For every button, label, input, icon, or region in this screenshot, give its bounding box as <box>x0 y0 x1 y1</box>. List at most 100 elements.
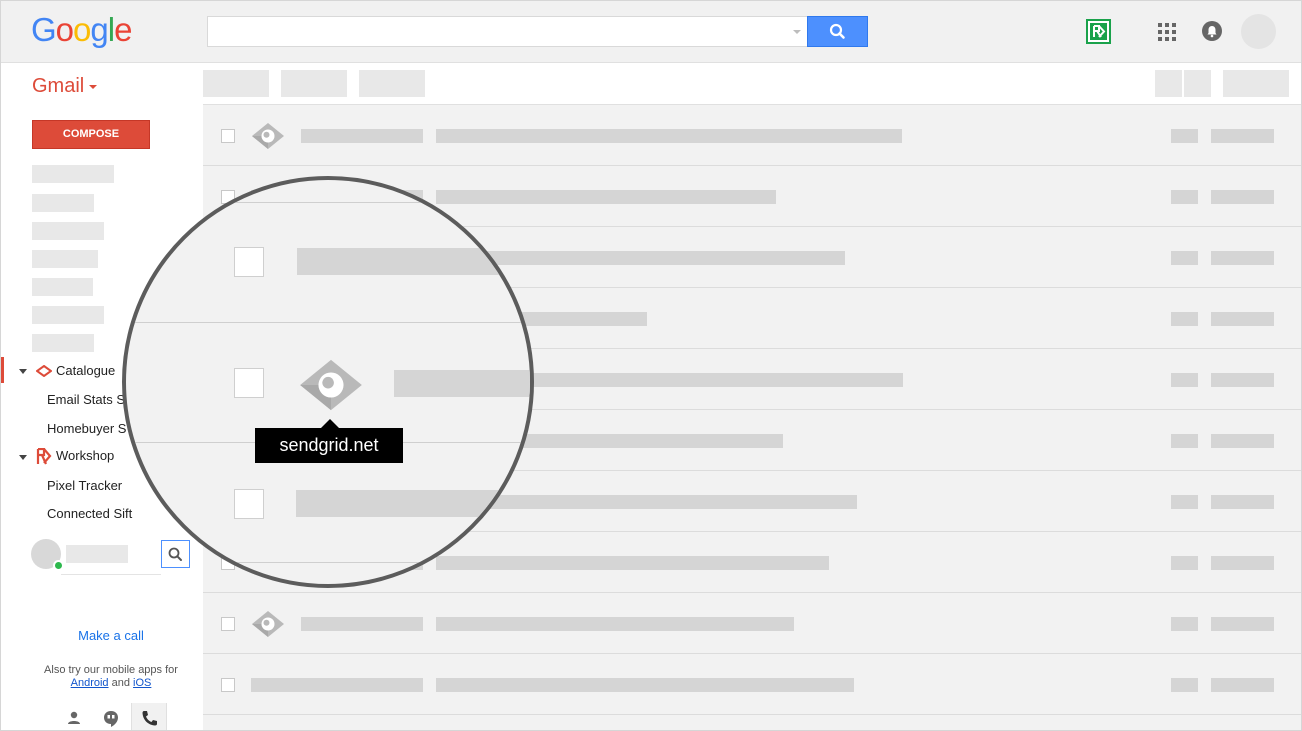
mobile-note-and: and <box>111 677 130 689</box>
date-placeholder <box>1211 556 1274 570</box>
logo-letter: o <box>55 11 74 48</box>
subject-placeholder <box>436 678 854 692</box>
logo-letter: G <box>31 11 57 48</box>
search-input[interactable] <box>207 16 808 47</box>
label-placeholder <box>1171 434 1198 448</box>
date-placeholder <box>1211 495 1274 509</box>
sender-placeholder <box>301 617 423 631</box>
date-placeholder <box>1211 678 1274 692</box>
android-link[interactable]: Android <box>71 677 109 689</box>
label-placeholder <box>1171 251 1198 265</box>
nav-item-placeholder[interactable] <box>32 278 93 296</box>
person-icon[interactable] <box>58 703 94 730</box>
subject-placeholder <box>296 490 530 517</box>
collapse-caret-icon[interactable] <box>19 369 27 374</box>
row-checkbox[interactable] <box>234 247 264 277</box>
date-placeholder <box>1211 312 1274 326</box>
make-a-call-link[interactable]: Make a call <box>1 628 221 643</box>
email-row[interactable] <box>203 654 1301 715</box>
date-placeholder <box>1211 434 1274 448</box>
label-placeholder <box>1171 556 1198 570</box>
workshop-logo-icon <box>36 448 52 465</box>
gmail-app-switcher[interactable]: Gmail <box>32 75 84 98</box>
nav-item-placeholder[interactable] <box>32 306 104 324</box>
nav-item-placeholder[interactable] <box>32 165 114 183</box>
gmail-window: Google Gmail COMPOSE Catalogue Email Sta… <box>0 0 1302 731</box>
mobile-apps-note: Also try our mobile apps for Android and… <box>1 664 221 690</box>
label-placeholder <box>1171 495 1198 509</box>
subject-placeholder <box>394 370 530 397</box>
ios-link[interactable]: iOS <box>133 677 151 689</box>
apps-grid-icon[interactable] <box>1158 23 1176 41</box>
domain-tooltip: sendgrid.net <box>255 428 403 463</box>
row-checkbox[interactable] <box>221 129 235 143</box>
date-placeholder <box>1211 373 1274 387</box>
date-placeholder <box>1211 251 1274 265</box>
row-divider <box>126 562 530 563</box>
google-logo[interactable]: Google <box>31 11 132 49</box>
phone-icon[interactable] <box>131 703 167 730</box>
sidebar-group-catalogue[interactable]: Catalogue <box>56 363 115 378</box>
diamond-icon <box>36 365 52 377</box>
subject-placeholder <box>297 248 530 275</box>
row-divider <box>126 202 530 203</box>
magnified-view <box>126 180 530 584</box>
sidebar-item-pixel-tracker[interactable]: Pixel Tracker <box>47 478 122 493</box>
toolbar-button-placeholder[interactable] <box>203 70 269 97</box>
row-checkbox[interactable] <box>234 489 264 519</box>
compose-button[interactable]: COMPOSE <box>32 120 150 149</box>
nav-item-placeholder[interactable] <box>32 194 94 212</box>
notifications-bell-icon[interactable] <box>1202 21 1222 41</box>
toolbar-button-placeholder[interactable] <box>1155 70 1182 97</box>
search-options-caret-icon[interactable] <box>793 30 801 34</box>
row-checkbox[interactable] <box>234 368 264 398</box>
logo-letter: e <box>114 11 132 48</box>
toolbar-button-placeholder[interactable] <box>359 70 425 97</box>
logo-letter: o <box>73 11 91 48</box>
search-button[interactable] <box>807 16 868 47</box>
tooltip-arrow <box>321 419 339 428</box>
label-placeholder <box>1171 312 1198 326</box>
subject-placeholder <box>436 617 794 631</box>
row-checkbox[interactable] <box>221 617 235 631</box>
chat-name-placeholder <box>66 545 128 563</box>
account-avatar[interactable] <box>1241 14 1276 49</box>
mobile-note-text: Also try our mobile apps for <box>44 664 178 676</box>
row-checkbox[interactable] <box>221 678 235 692</box>
toolbar-button-placeholder[interactable] <box>281 70 347 97</box>
sidebar-item-email-stats[interactable]: Email Stats S <box>47 392 125 407</box>
sidebar-item-homebuyer[interactable]: Homebuyer S <box>47 421 126 436</box>
label-placeholder <box>1171 129 1198 143</box>
date-placeholder <box>1211 129 1274 143</box>
online-status-dot <box>53 560 64 571</box>
date-placeholder <box>1211 190 1274 204</box>
search-icon <box>829 23 845 39</box>
sendgrid-eye-icon[interactable] <box>298 358 364 412</box>
top-bar: Google <box>1 1 1301 63</box>
inbox-toolbar <box>203 63 1301 105</box>
nav-item-placeholder[interactable] <box>32 334 94 352</box>
logo-letter: g <box>90 11 108 48</box>
label-placeholder <box>1171 373 1198 387</box>
sender-placeholder <box>301 129 423 143</box>
nav-item-placeholder[interactable] <box>32 222 104 240</box>
email-row[interactable] <box>203 105 1301 166</box>
rd-extension-icon[interactable] <box>1086 19 1111 44</box>
collapse-caret-icon[interactable] <box>19 455 27 460</box>
active-group-marker <box>1 357 4 383</box>
email-row[interactable] <box>203 593 1301 654</box>
sidebar-item-connected-sift[interactable]: Connected Sift <box>47 506 132 521</box>
sendgrid-eye-icon[interactable] <box>251 122 285 150</box>
label-placeholder <box>1171 190 1198 204</box>
sendgrid-eye-icon[interactable] <box>251 610 285 638</box>
magnifier-lens <box>122 176 534 588</box>
hangouts-icon[interactable] <box>95 703 131 730</box>
toolbar-button-placeholder[interactable] <box>1184 70 1211 97</box>
date-placeholder <box>1211 617 1274 631</box>
sidebar-group-workshop[interactable]: Workshop <box>56 448 114 463</box>
subject-placeholder <box>436 129 902 143</box>
gmail-dropdown-caret-icon[interactable] <box>89 85 97 89</box>
nav-item-placeholder[interactable] <box>32 250 98 268</box>
toolbar-button-placeholder[interactable] <box>1223 70 1289 97</box>
label-placeholder <box>1171 617 1198 631</box>
